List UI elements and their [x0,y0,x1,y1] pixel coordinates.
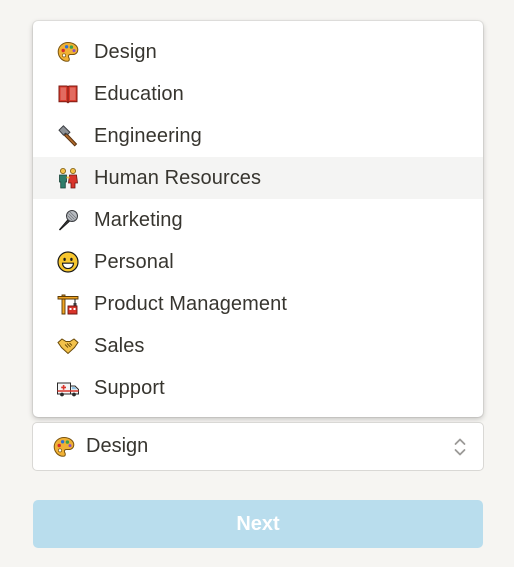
palette-icon [56,40,80,64]
menu-item-design[interactable]: Design [33,31,483,73]
handshake-icon [56,334,80,358]
palette-icon [52,435,76,459]
chevron-up-down-icon [453,436,467,458]
construction-crane-icon [56,292,80,316]
menu-item-label: Education [94,82,184,105]
menu-item-support[interactable]: Support [33,367,483,409]
menu-item-label: Marketing [94,208,183,231]
select-value: Design [86,435,149,457]
next-button[interactable]: Next [33,500,483,548]
ambulance-icon [56,376,80,400]
books-icon [56,82,80,106]
menu-item-personal[interactable]: Personal [33,241,483,283]
menu-item-marketing[interactable]: Marketing [33,199,483,241]
people-holding-hands-icon [56,166,80,190]
menu-item-sales[interactable]: Sales [33,325,483,367]
category-dropdown-menu: Design Education Engineering Human Resou… [33,21,483,417]
hammer-icon [56,124,80,148]
menu-item-label: Product Management [94,292,288,315]
menu-item-label: Personal [94,250,174,273]
category-select[interactable]: Design [32,422,484,471]
menu-item-label: Design [94,40,157,63]
menu-item-label: Engineering [94,124,202,147]
menu-item-engineering[interactable]: Engineering [33,115,483,157]
menu-item-label: Support [94,376,165,399]
menu-item-label: Human Resources [94,166,262,189]
microphone-icon [56,208,80,232]
menu-item-product-management[interactable]: Product Management [33,283,483,325]
menu-item-label: Sales [94,334,145,357]
menu-item-human-resources[interactable]: Human Resources [33,157,483,199]
menu-item-education[interactable]: Education [33,73,483,115]
grinning-face-icon [56,250,80,274]
next-button-label: Next [236,512,280,535]
